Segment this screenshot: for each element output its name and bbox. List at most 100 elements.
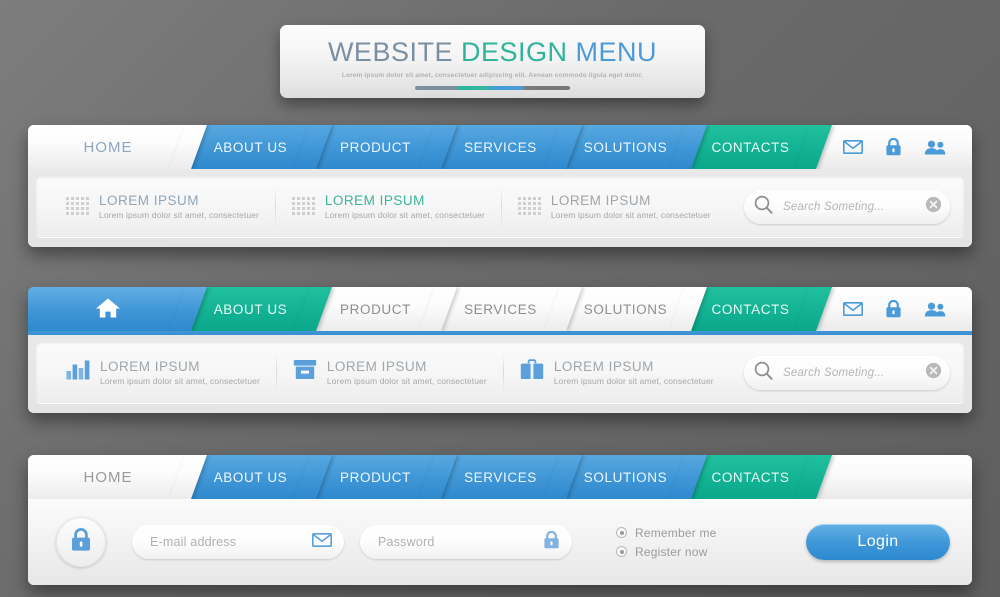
nav-bar-1: HOME ABOUT US PRODUCT SERVICES SOLUTIONS…: [28, 125, 972, 169]
login-lock-badge: [56, 517, 106, 567]
feature-title: LOREM IPSUM: [550, 192, 651, 208]
tab-services[interactable]: SERVICES: [438, 125, 583, 169]
tab-label: SERVICES: [464, 139, 537, 155]
dot-grid-icon: [66, 197, 89, 216]
tab-product[interactable]: PRODUCT: [313, 125, 458, 169]
login-panel: HOME ABOUT US PRODUCT SERVICES SOLUTIONS…: [28, 455, 972, 585]
feature-subtitle: Lorem ipsum dolor sit amet, consectetuer: [100, 376, 260, 387]
tab-about-us[interactable]: ABOUT US: [188, 455, 333, 499]
feature-text: LOREM IPSUM Lorem ipsum dolor sit amet, …: [551, 193, 711, 221]
password-field[interactable]: Password: [360, 525, 572, 559]
lock-icon: [543, 530, 560, 554]
feature-title: LOREM IPSUM: [553, 358, 654, 374]
feature-title: LOREM IPSUM: [324, 192, 425, 208]
tab-label: ABOUT US: [213, 139, 288, 155]
feature-item[interactable]: LOREM IPSUM Lorem ipsum dolor sit amet, …: [504, 359, 730, 387]
lock-icon[interactable]: [885, 300, 902, 318]
feature-subtitle: Lorem ipsum dolor sit amet, consectetuer: [326, 376, 487, 387]
feature-text: LOREM IPSUM Lorem ipsum dolor sit amet, …: [100, 359, 260, 387]
tab-home[interactable]: HOME: [28, 455, 208, 499]
login-form: E-mail address Password Remember me Regi…: [28, 499, 972, 585]
search-box-2[interactable]: Search Someting...: [744, 355, 950, 390]
tab-label: SOLUTIONS: [583, 301, 668, 317]
feature-title: LOREM IPSUM: [99, 192, 200, 208]
tab-contacts[interactable]: CONTACTS: [688, 287, 833, 331]
search-clear-icon[interactable]: [925, 362, 942, 384]
tab-label: PRODUCT: [340, 139, 411, 155]
page-subtitle: Lorem ipsum dolor sit amet, consectetuer…: [341, 72, 644, 79]
tab-about-us[interactable]: ABOUT US: [188, 125, 333, 169]
nav-bar-2: ABOUT US PRODUCT SERVICES SOLUTIONS CONT…: [28, 287, 972, 331]
feature-item[interactable]: LOREM IPSUM Lorem ipsum dolor sit amet, …: [50, 193, 275, 221]
radio-remember-me[interactable]: Remember me: [616, 526, 717, 540]
envelope-icon: [312, 532, 332, 552]
tab-label: HOME: [83, 468, 133, 486]
tab-services[interactable]: SERVICES: [438, 287, 583, 331]
content-well-2: LOREM IPSUM Lorem ipsum dolor sit amet, …: [36, 342, 964, 403]
nav-icon-group-1: [813, 125, 972, 169]
radio-register-now[interactable]: Register now: [616, 545, 717, 559]
search-input[interactable]: Search Someting...: [773, 367, 925, 379]
feature-text: LOREM IPSUM Lorem ipsum dolor sit amet, …: [554, 359, 714, 387]
tab-product[interactable]: PRODUCT: [313, 287, 458, 331]
search-icon: [754, 361, 773, 385]
title-word-design: DESIGN: [460, 37, 568, 67]
tab-product[interactable]: PRODUCT: [313, 455, 458, 499]
tab-label: PRODUCT: [340, 469, 411, 485]
navigation-panel-2: ABOUT US PRODUCT SERVICES SOLUTIONS CONT…: [28, 287, 972, 413]
radio-icon[interactable]: [616, 546, 627, 557]
tab-solutions[interactable]: SOLUTIONS: [563, 287, 708, 331]
feature-item[interactable]: LOREM IPSUM Lorem ipsum dolor sit amet, …: [502, 193, 727, 221]
tab-label: SERVICES: [464, 469, 537, 485]
tab-home[interactable]: HOME: [28, 125, 208, 169]
envelope-icon[interactable]: [843, 302, 863, 316]
tab-services[interactable]: SERVICES: [438, 455, 583, 499]
tab-label: CONTACTS: [711, 301, 790, 317]
tab-label: CONTACTS: [711, 469, 790, 485]
search-icon: [754, 195, 773, 219]
feature-item[interactable]: LOREM IPSUM Lorem ipsum dolor sit amet, …: [50, 359, 276, 387]
tab-label: HOME: [83, 138, 133, 156]
tab-about-us[interactable]: ABOUT US: [188, 287, 333, 331]
lock-icon[interactable]: [885, 138, 902, 156]
feature-subtitle: Lorem ipsum dolor sit amet, consectetuer: [553, 376, 714, 387]
tab-solutions[interactable]: SOLUTIONS: [563, 125, 708, 169]
title-word-website: WEBSITE: [327, 37, 453, 67]
radio-icon[interactable]: [616, 527, 627, 538]
feature-text: LOREM IPSUM Lorem ipsum dolor sit amet, …: [99, 193, 259, 221]
tab-contacts[interactable]: CONTACTS: [688, 125, 833, 169]
tab-label: SOLUTIONS: [583, 469, 668, 485]
users-icon[interactable]: [924, 302, 946, 317]
feature-title: LOREM IPSUM: [100, 358, 201, 374]
tab-label: CONTACTS: [711, 139, 790, 155]
tab-contacts[interactable]: CONTACTS: [688, 455, 833, 499]
tab-solutions[interactable]: SOLUTIONS: [563, 455, 708, 499]
email-input[interactable]: E-mail address: [150, 535, 312, 549]
feature-item[interactable]: LOREM IPSUM Lorem ipsum dolor sit amet, …: [276, 193, 501, 221]
tab-home[interactable]: [28, 287, 208, 331]
search-input[interactable]: Search Someting...: [773, 201, 925, 213]
navigation-panel-1: HOME ABOUT US PRODUCT SERVICES SOLUTIONS…: [28, 125, 972, 247]
page-title: WEBSITE DESIGN MENU: [280, 25, 705, 68]
login-options: Remember me Register now: [616, 526, 717, 559]
content-strip-2: LOREM IPSUM Lorem ipsum dolor sit amet, …: [28, 335, 972, 413]
tab-label: SERVICES: [464, 301, 537, 317]
email-field[interactable]: E-mail address: [132, 525, 344, 559]
login-button[interactable]: Login: [806, 524, 950, 560]
password-input[interactable]: Password: [378, 535, 543, 549]
feature-subtitle: Lorem ipsum dolor sit amet, consectetuer: [99, 210, 259, 221]
radio-label: Register now: [635, 544, 708, 559]
tab-label: PRODUCT: [340, 301, 411, 317]
envelope-icon[interactable]: [843, 140, 863, 154]
search-box-1[interactable]: Search Someting...: [744, 189, 950, 224]
nav-icon-group-2: [813, 287, 972, 331]
dot-grid-icon: [291, 197, 315, 216]
search-clear-icon[interactable]: [925, 196, 942, 218]
users-icon[interactable]: [924, 140, 946, 155]
feature-text: LOREM IPSUM Lorem ipsum dolor sit amet, …: [325, 193, 485, 221]
feature-item[interactable]: LOREM IPSUM Lorem ipsum dolor sit amet, …: [277, 359, 503, 387]
feature-subtitle: Lorem ipsum dolor sit amet, consectetuer: [550, 210, 711, 221]
lock-icon: [70, 527, 92, 557]
content-well-1: LOREM IPSUM Lorem ipsum dolor sit amet, …: [36, 176, 964, 237]
content-strip-1: LOREM IPSUM Lorem ipsum dolor sit amet, …: [28, 169, 972, 247]
